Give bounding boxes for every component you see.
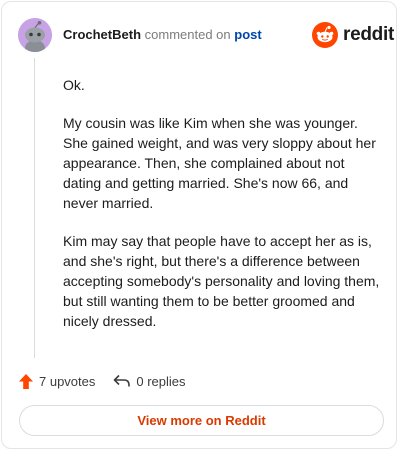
upvote-arrow-icon [19, 373, 33, 389]
comment-paragraph: Kim may say that people have to accept h… [63, 233, 380, 329]
view-more-on-reddit-button[interactable]: View more on Reddit [19, 405, 384, 436]
action-text: commented on [144, 27, 231, 42]
reply-arrow-icon [114, 374, 131, 387]
avatar[interactable] [18, 18, 52, 52]
comment-embed-card: CrochetBeth commented on post reddit Ok.… [1, 1, 397, 449]
comment-paragraph: Ok. [63, 77, 85, 93]
reply-button[interactable]: 0 replies [113, 373, 186, 389]
snoo-avatar-icon [18, 18, 52, 52]
reddit-logo[interactable]: reddit [312, 22, 394, 48]
comment-actions: 7 upvotes 0 replies [18, 371, 186, 391]
reddit-logo-icon [312, 22, 338, 48]
post-link[interactable]: post [234, 27, 261, 42]
upvote-count: 7 upvotes [39, 373, 96, 389]
upvote-button[interactable]: 7 upvotes [18, 373, 95, 390]
logo-wordmark: reddit [343, 24, 394, 45]
reply-count: 0 replies [136, 373, 186, 389]
comment-header: CrochetBeth commented on post [63, 27, 262, 43]
comment-paragraph: My cousin was like Kim when she was youn… [63, 115, 376, 211]
thread-line [34, 58, 35, 358]
comment-body: Ok. My cousin was like Kim when she was … [63, 75, 385, 349]
username[interactable]: CrochetBeth [63, 27, 141, 42]
